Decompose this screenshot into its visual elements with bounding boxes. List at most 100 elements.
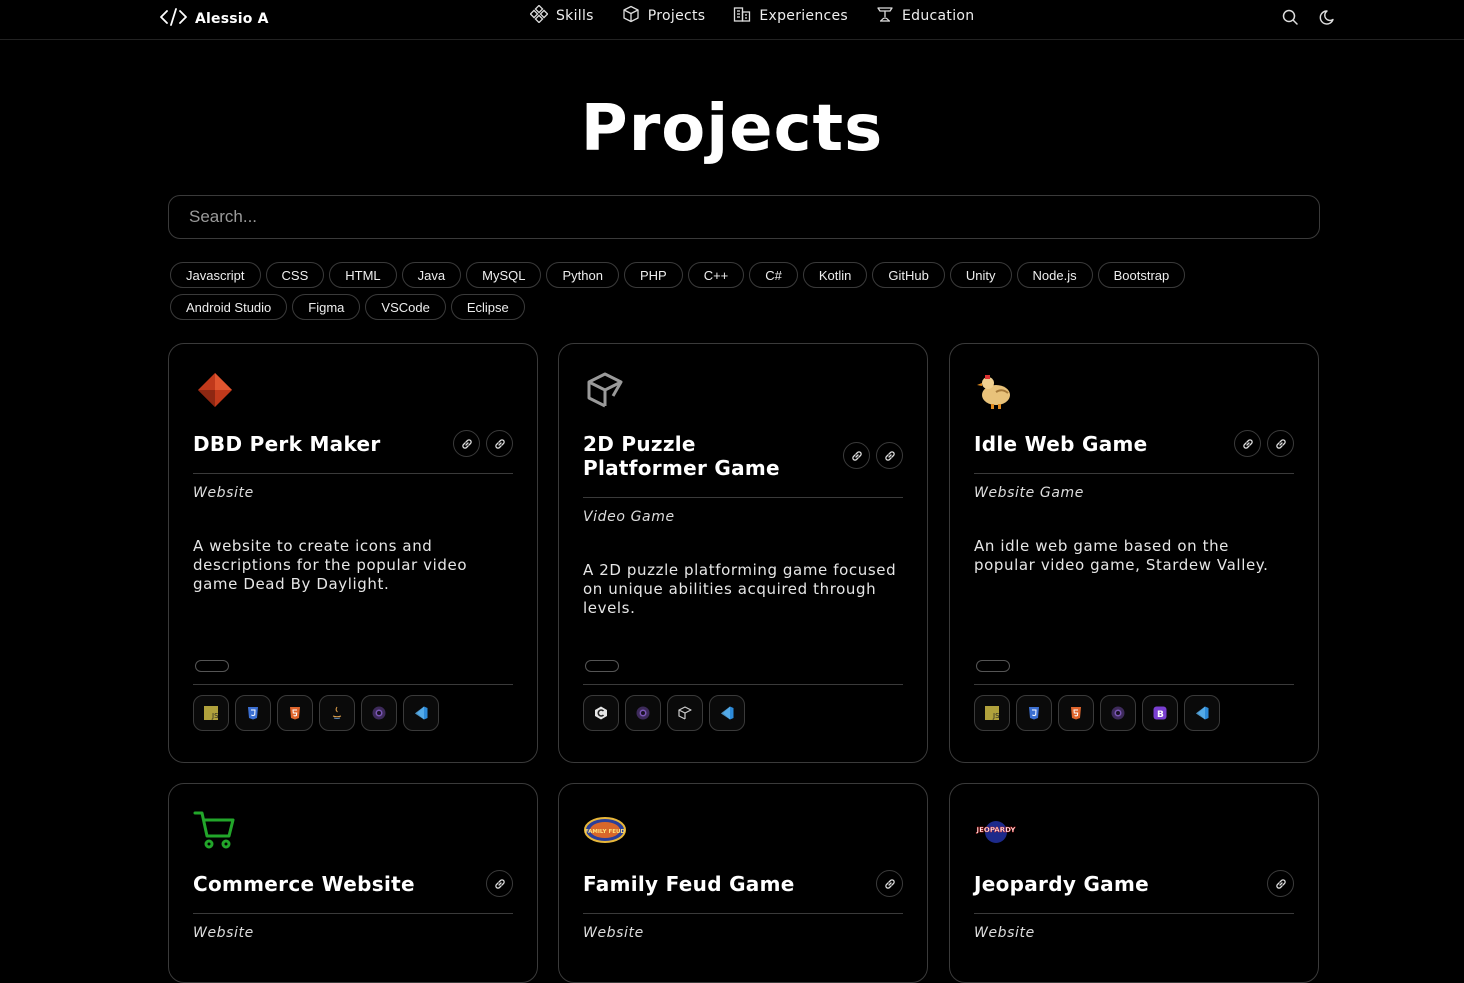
css-icon	[1016, 695, 1052, 731]
link-icon[interactable]	[876, 442, 903, 469]
search-icon[interactable]	[1281, 8, 1299, 30]
card-links	[843, 442, 903, 469]
vscode-icon	[403, 695, 439, 731]
card-description: A website to create icons and descriptio…	[193, 537, 468, 593]
status-pill	[585, 660, 619, 672]
link-icon[interactable]	[1267, 430, 1294, 457]
tag-filter[interactable]: GitHub	[872, 262, 945, 288]
card-title: Jeopardy Game	[974, 872, 1149, 896]
moon-icon[interactable]	[1319, 8, 1337, 30]
search-input[interactable]	[168, 195, 1320, 239]
project-card[interactable]: 2D Puzzle Platformer Game Video Game A 2…	[558, 343, 928, 763]
link-icon[interactable]	[486, 430, 513, 457]
cart-icon	[193, 808, 237, 852]
tag-filter[interactable]: Java	[401, 262, 462, 288]
svg-text:FAMILY FEUD: FAMILY FEUD	[585, 829, 625, 835]
page-title: Projects	[580, 92, 884, 166]
tag-filter[interactable]: Bootstrap	[1097, 262, 1186, 288]
card-category: Website	[583, 925, 644, 941]
card-header: Family Feud Game	[583, 870, 903, 897]
github-icon	[361, 695, 397, 731]
tag-filter[interactable]: C++	[687, 262, 745, 288]
link-icon[interactable]	[843, 442, 870, 469]
card-title: DBD Perk Maker	[193, 432, 381, 456]
card-header: DBD Perk Maker	[193, 430, 513, 457]
javascript-icon: JS	[193, 695, 229, 731]
skills-icon	[529, 4, 549, 27]
card-divider	[974, 473, 1294, 474]
link-icon[interactable]	[1267, 870, 1294, 897]
svg-text:JS: JS	[992, 712, 1000, 720]
link-icon[interactable]	[876, 870, 903, 897]
tag-filter-list: Javascript CSS HTML Java MySQL Python PH…	[170, 262, 1250, 320]
project-card[interactable]: DBD Perk Maker Website A website to crea…	[168, 343, 538, 763]
tag-filter[interactable]: VSCode	[365, 294, 446, 320]
card-divider	[193, 473, 513, 474]
tag-filter[interactable]: HTML	[329, 262, 397, 288]
card-header: Idle Web Game	[974, 430, 1294, 457]
card-title: Commerce Website	[193, 872, 415, 896]
chicken-icon	[974, 368, 1018, 412]
tag-filter[interactable]: Python	[546, 262, 619, 288]
card-divider	[583, 497, 903, 498]
tag-filter[interactable]: Figma	[292, 294, 361, 320]
card-title: Family Feud Game	[583, 872, 795, 896]
svg-text:JEOPARDY: JEOPARDY	[975, 826, 1016, 834]
link-icon[interactable]	[453, 430, 480, 457]
tech-stack: JS B	[974, 695, 1220, 731]
dbd-perk-icon	[193, 368, 237, 412]
card-divider	[583, 913, 903, 914]
status-pill	[195, 660, 229, 672]
svg-text:JS: JS	[211, 712, 219, 720]
tag-filter[interactable]: C#	[749, 262, 798, 288]
tag-filter[interactable]: Android Studio	[170, 294, 288, 320]
github-icon	[625, 695, 661, 731]
brand[interactable]: Alessio A	[160, 8, 269, 30]
card-description: A 2D puzzle platforming game focused on …	[583, 561, 897, 617]
tag-filter[interactable]: Node.js	[1016, 262, 1093, 288]
project-card[interactable]: Idle Web Game Website Game An idle web g…	[949, 343, 1319, 763]
javascript-icon: JS	[974, 695, 1010, 731]
card-category: Website	[193, 925, 254, 941]
css-icon	[235, 695, 271, 731]
tag-filter[interactable]: Kotlin	[802, 262, 868, 288]
nav-link-skills[interactable]: Skills	[529, 4, 594, 27]
vscode-icon	[1184, 695, 1220, 731]
html-icon	[1058, 695, 1094, 731]
card-links	[453, 430, 513, 457]
nav-link-label: Experiences	[759, 8, 849, 24]
card-title: Idle Web Game	[974, 432, 1148, 456]
card-divider	[974, 684, 1294, 685]
card-links	[486, 870, 513, 897]
nav-actions	[1281, 8, 1337, 30]
nav-link-projects[interactable]: Projects	[622, 5, 706, 26]
nav-link-label: Skills	[556, 8, 594, 24]
card-category: Website Game	[974, 485, 1084, 501]
unity-logo-icon	[583, 368, 627, 412]
project-card[interactable]: Commerce Website Website	[168, 783, 538, 983]
csharp-icon	[583, 695, 619, 731]
tag-filter[interactable]: Unity	[949, 262, 1012, 288]
project-card[interactable]: FAMILY FEUD Family Feud Game Website	[558, 783, 928, 983]
card-links	[1267, 870, 1294, 897]
card-header: Jeopardy Game	[974, 870, 1294, 897]
github-icon	[1100, 695, 1136, 731]
project-card[interactable]: JEOPARDY Jeopardy Game Website	[949, 783, 1319, 983]
tag-filter[interactable]: Javascript	[170, 262, 261, 288]
nav-link-label: Education	[902, 8, 975, 24]
nav-link-education[interactable]: Education	[876, 6, 974, 26]
tag-filter[interactable]: Eclipse	[450, 294, 525, 320]
code-icon	[160, 8, 187, 30]
status-pill	[976, 660, 1010, 672]
link-icon[interactable]	[486, 870, 513, 897]
link-icon[interactable]	[1234, 430, 1261, 457]
card-category: Website	[193, 485, 254, 501]
card-divider	[193, 913, 513, 914]
card-category: Video Game	[583, 509, 675, 525]
tag-filter[interactable]: MySQL	[466, 262, 542, 288]
nav-link-experiences[interactable]: Experiences	[733, 6, 848, 26]
card-links	[1234, 430, 1294, 457]
tag-filter[interactable]: CSS	[265, 262, 325, 288]
tag-filter[interactable]: PHP	[623, 262, 683, 288]
tech-stack	[583, 695, 745, 731]
